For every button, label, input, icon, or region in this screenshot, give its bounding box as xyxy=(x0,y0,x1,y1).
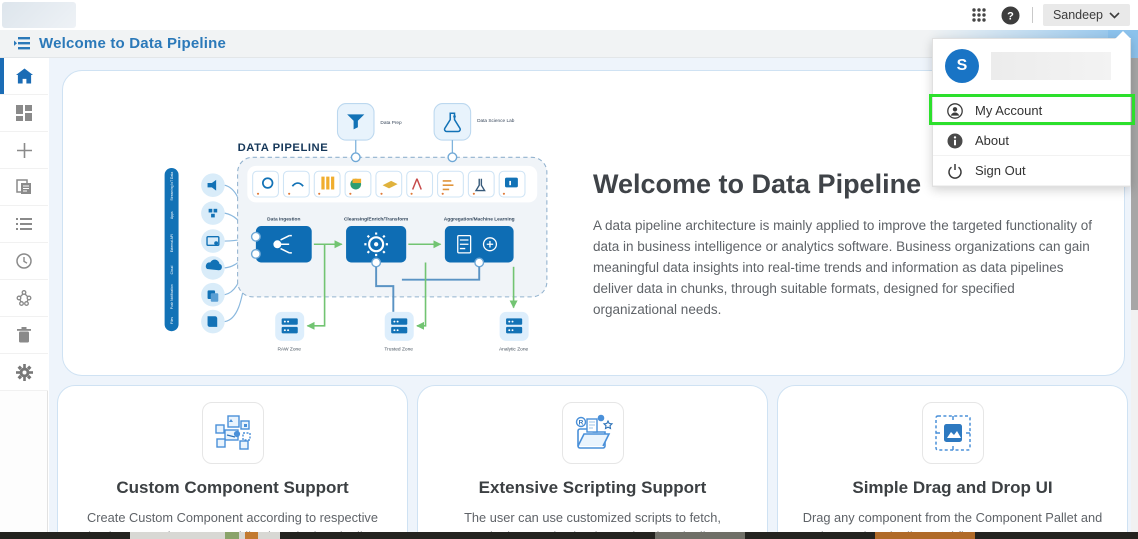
topbar-divider xyxy=(1031,7,1033,23)
svg-text:R: R xyxy=(578,420,583,427)
app-logo xyxy=(2,2,76,28)
zone-label: RAW Zone xyxy=(277,347,301,353)
hero-description: A data pipeline architecture is mainly a… xyxy=(593,218,1093,317)
taskbar-segment xyxy=(655,532,745,539)
user-name-redacted xyxy=(991,52,1111,80)
scrollbar-track[interactable] xyxy=(1131,58,1138,532)
power-icon xyxy=(948,163,962,179)
menu-item-label: About xyxy=(975,133,1009,148)
source-icons xyxy=(201,173,225,334)
scripting-icon: R xyxy=(561,402,624,464)
taskbar-segment xyxy=(245,532,258,539)
diagram-title: DATA PIPELINE xyxy=(238,142,329,154)
menu-item-about[interactable]: About xyxy=(933,126,1130,156)
sidebar-item-trash[interactable] xyxy=(0,317,48,354)
feature-title: Simple Drag and Drop UI xyxy=(852,478,1053,497)
info-icon xyxy=(947,133,963,148)
zones: RAW Zone Trusted Zone Analytic Zone xyxy=(275,311,529,353)
chevron-down-icon xyxy=(1109,11,1120,19)
stage-label: Cleansing/Enrich/Transform xyxy=(344,217,408,223)
stage-nodes xyxy=(250,226,514,268)
zone-label: Analytic Zone xyxy=(499,347,529,353)
stage-label: Aggregation/Machine Learning xyxy=(444,217,515,223)
feature-title: Extensive Scripting Support xyxy=(478,478,707,497)
menu-item-label: My Account xyxy=(975,103,1043,118)
sidebar-item-dashboard[interactable] xyxy=(0,95,48,132)
home-icon xyxy=(15,68,33,84)
dashboard-icon xyxy=(16,105,32,121)
sidebar-item-add[interactable] xyxy=(0,132,48,169)
component-strip xyxy=(247,165,538,203)
zone-label: Trusted Zone xyxy=(384,347,413,353)
svg-text:Data Prep: Data Prep xyxy=(380,120,402,126)
data-science-lab-node: Data Science Lab xyxy=(433,103,515,163)
source-label: Cloud xyxy=(170,266,174,275)
avatar: S xyxy=(945,49,979,83)
menu-item-label: Sign Out xyxy=(975,163,1026,178)
menu-item-my-account[interactable]: My Account xyxy=(933,96,1130,126)
pipeline-icon xyxy=(14,37,30,50)
page-title: Welcome to Data Pipeline xyxy=(39,35,227,52)
list-icon xyxy=(16,218,32,230)
sidebar-item-history[interactable] xyxy=(0,243,48,280)
taskbar-segment xyxy=(875,532,975,539)
plus-icon xyxy=(16,142,32,158)
sidebar-item-home[interactable] xyxy=(0,58,48,95)
data-pipeline-diagram: Streaming IoT Data Apps External API Clo… xyxy=(135,95,555,357)
taskbar-sliver xyxy=(0,532,1138,539)
drag-drop-icon xyxy=(921,402,984,464)
source-label: Push Notification xyxy=(170,284,174,309)
source-label: Files xyxy=(170,317,174,324)
documents-icon xyxy=(16,179,31,194)
person-icon xyxy=(947,102,963,119)
feature-card-custom-component: Custom Component Support Create Custom C… xyxy=(57,385,408,539)
user-name: Sandeep xyxy=(1052,8,1103,22)
source-label: External API xyxy=(170,234,174,252)
menu-item-sign-out[interactable]: Sign Out xyxy=(933,156,1130,186)
gear-icon xyxy=(15,363,33,381)
scrollbar-thumb[interactable] xyxy=(1131,58,1138,310)
profile-row: S xyxy=(933,39,1130,96)
trash-icon xyxy=(17,327,31,343)
sidebar-item-workflow[interactable] xyxy=(0,280,48,317)
data-prep-node: Data Prep xyxy=(336,103,402,163)
help-glyph: ? xyxy=(1008,10,1015,22)
apps-grid-icon[interactable] xyxy=(968,4,990,26)
user-menu-button[interactable]: Sandeep xyxy=(1042,4,1130,26)
feature-title: Custom Component Support xyxy=(116,478,349,497)
custom-component-icon xyxy=(201,402,264,464)
help-icon[interactable]: ? xyxy=(1000,4,1022,26)
source-label: Apps xyxy=(170,211,174,219)
source-label: Streaming IoT Data xyxy=(170,172,174,201)
svg-text:Data Science Lab: Data Science Lab xyxy=(477,118,515,124)
clock-icon xyxy=(16,253,32,269)
user-dropdown-menu: S My Account About Sign Out xyxy=(929,31,1135,187)
app-window: ? Sandeep Welcome to Data Pipeline Strea… xyxy=(0,0,1138,539)
stage-label: Data Ingestion xyxy=(267,217,300,223)
taskbar-segment xyxy=(225,532,239,539)
feature-card-scripting: R Extensive Scripting Support The user c… xyxy=(417,385,768,539)
dropdown-notch xyxy=(1115,31,1131,39)
sidebar-item-pipelines[interactable] xyxy=(0,169,48,206)
workflow-icon xyxy=(16,290,32,306)
top-bar: ? Sandeep xyxy=(0,0,1138,30)
sidebar-item-list[interactable] xyxy=(0,206,48,243)
feature-card-drag-drop: Simple Drag and Drop UI Drag any compone… xyxy=(777,385,1128,539)
sidebar xyxy=(0,58,48,532)
sidebar-item-settings[interactable] xyxy=(0,354,48,391)
